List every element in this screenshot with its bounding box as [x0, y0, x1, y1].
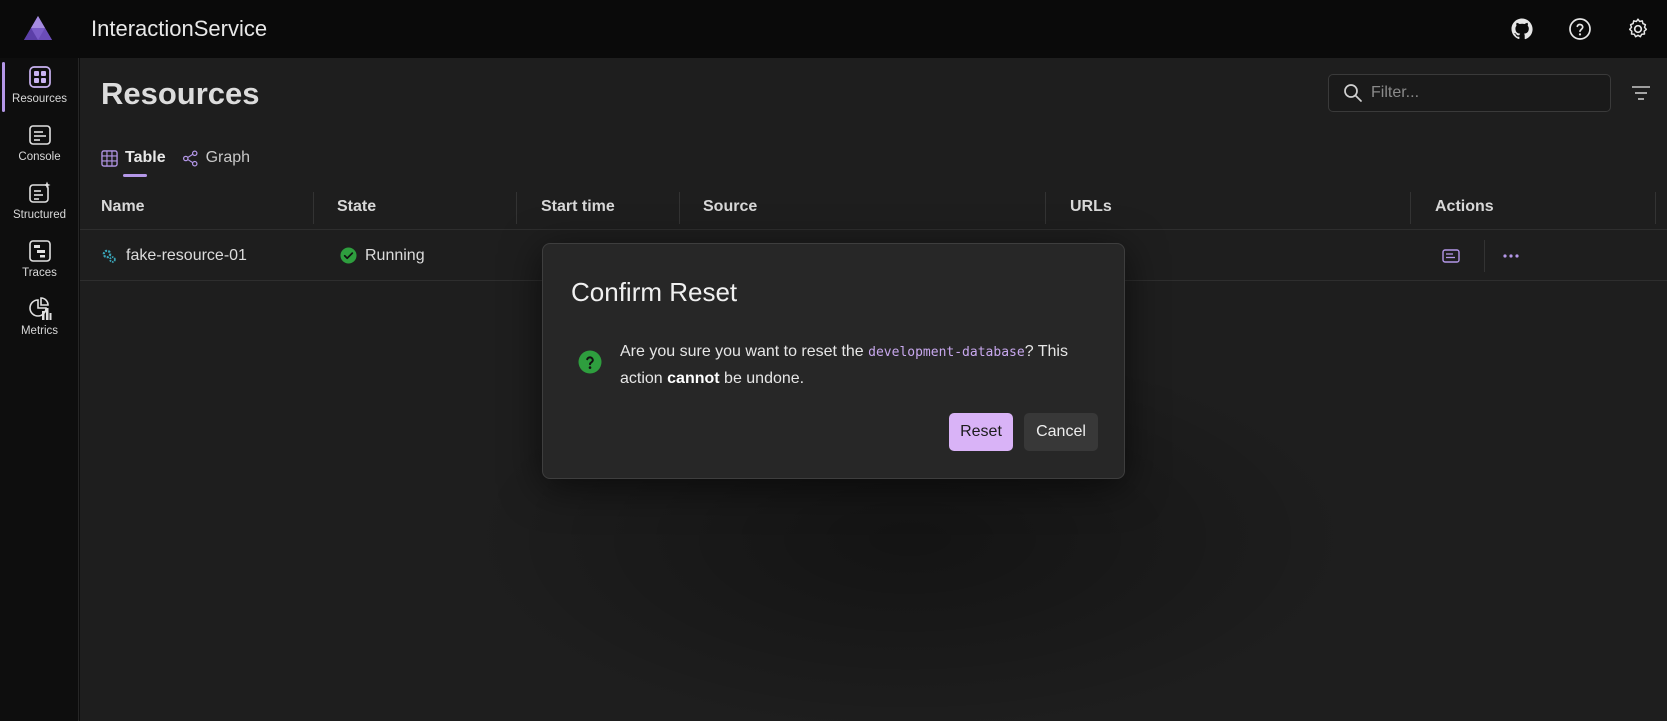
message-emphasis: cannot — [667, 370, 720, 387]
sidebar-nav: Resources Console Structured Traces Metr… — [0, 58, 79, 721]
question-icon — [578, 350, 602, 374]
column-header-actions: Actions — [1435, 198, 1494, 215]
column-header-source[interactable]: Source — [703, 184, 757, 230]
sidebar-item-label: Console — [18, 151, 61, 163]
reset-button[interactable]: Reset — [949, 413, 1013, 451]
more-horizontal-icon — [1503, 253, 1519, 258]
action-divider — [1484, 240, 1485, 272]
filter-search-box[interactable] — [1328, 74, 1611, 112]
structured-icon — [27, 180, 53, 206]
page-title: Resources — [101, 76, 260, 111]
help-icon[interactable] — [1566, 15, 1594, 43]
sidebar-item-resources[interactable]: Resources — [0, 60, 79, 116]
view-tabs: Table Graph — [101, 144, 266, 178]
confirm-reset-dialog: Confirm Reset Are you sure you want to r… — [542, 243, 1125, 479]
message-text: be undone. — [719, 370, 805, 387]
table-icon — [101, 149, 118, 167]
sidebar-item-console[interactable]: Console — [0, 118, 79, 174]
view-console-action[interactable] — [1442, 230, 1460, 281]
column-header-start-time[interactable]: Start time — [541, 184, 615, 230]
column-divider[interactable] — [1655, 192, 1656, 224]
dialog-title: Confirm Reset — [571, 277, 738, 307]
sidebar-item-label: Metrics — [20, 325, 59, 337]
traces-icon — [27, 238, 53, 264]
console-log-icon — [1442, 248, 1460, 263]
sidebar-item-label: Structured — [12, 209, 67, 221]
resource-name: fake-resource-01 — [126, 246, 247, 264]
column-divider[interactable] — [679, 192, 680, 224]
sidebar-item-structured[interactable]: Structured — [0, 176, 79, 232]
sidebar-item-label: Traces — [22, 267, 57, 279]
filter-input[interactable] — [1371, 84, 1591, 102]
top-header: InteractionService — [0, 0, 1667, 58]
column-divider[interactable] — [1410, 192, 1411, 224]
search-icon — [1344, 84, 1362, 102]
app-logo-icon[interactable] — [22, 14, 54, 42]
column-divider[interactable] — [516, 192, 517, 224]
column-header-urls[interactable]: URLs — [1070, 184, 1112, 230]
dialog-message: Are you sure you want to reset the devel… — [620, 339, 1090, 392]
table-header: Name State Start time Source URLs Action… — [80, 184, 1667, 230]
metrics-icon — [27, 296, 53, 322]
console-icon — [27, 122, 53, 148]
column-divider[interactable] — [313, 192, 314, 224]
tab-label: Table — [125, 149, 166, 166]
tab-graph[interactable]: Graph — [182, 144, 250, 172]
column-header-name[interactable]: Name — [101, 184, 145, 230]
resources-icon — [27, 64, 53, 90]
resource-state-cell: Running — [340, 230, 425, 281]
graph-icon — [182, 150, 198, 166]
github-icon[interactable] — [1508, 15, 1536, 43]
sidebar-item-traces[interactable]: Traces — [0, 234, 79, 290]
sidebar-item-metrics[interactable]: Metrics — [0, 292, 79, 348]
resource-state: Running — [365, 246, 425, 264]
more-actions-button[interactable] — [1502, 230, 1520, 281]
column-header-state[interactable]: State — [337, 184, 376, 230]
resource-name-cell[interactable]: fake-resource-01 — [101, 230, 247, 281]
tab-table[interactable]: Table — [101, 144, 166, 177]
settings-icon[interactable] — [1624, 15, 1652, 43]
project-gears-icon — [102, 249, 116, 263]
running-check-icon — [340, 247, 357, 264]
cancel-button[interactable]: Cancel — [1024, 413, 1098, 451]
app-title: InteractionService — [91, 16, 268, 41]
message-text: Are you sure you want to reset the — [620, 343, 869, 360]
sidebar-item-label: Resources — [12, 93, 67, 105]
column-divider[interactable] — [1045, 192, 1046, 224]
resource-code: development-database — [868, 345, 1025, 360]
tab-label: Graph — [205, 149, 251, 166]
filter-lines-icon[interactable] — [1629, 81, 1653, 105]
